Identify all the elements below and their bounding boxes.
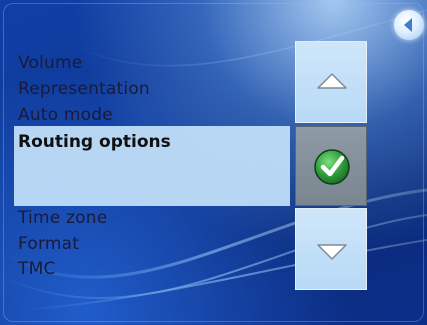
menu-item-time-zone[interactable]: Time zone <box>18 208 107 228</box>
down-triangle-icon <box>317 244 347 260</box>
menu-item-tmc[interactable]: TMC <box>18 259 56 279</box>
menu-item-routing-options[interactable]: Routing options <box>18 132 171 152</box>
settings-screen: Volume Representation Auto mode Routing … <box>0 0 427 325</box>
check-icon <box>314 149 350 185</box>
confirm-button[interactable] <box>295 126 367 206</box>
scroll-down-button[interactable] <box>295 208 367 290</box>
menu-item-auto-mode[interactable]: Auto mode <box>18 105 113 125</box>
scroll-up-button[interactable] <box>295 41 367 123</box>
menu-item-volume[interactable]: Volume <box>18 53 82 73</box>
up-triangle-icon <box>317 73 347 89</box>
back-button[interactable] <box>394 10 424 40</box>
menu-item-format[interactable]: Format <box>18 234 79 254</box>
menu-item-representation[interactable]: Representation <box>18 79 150 99</box>
back-arrow-icon <box>404 18 412 32</box>
